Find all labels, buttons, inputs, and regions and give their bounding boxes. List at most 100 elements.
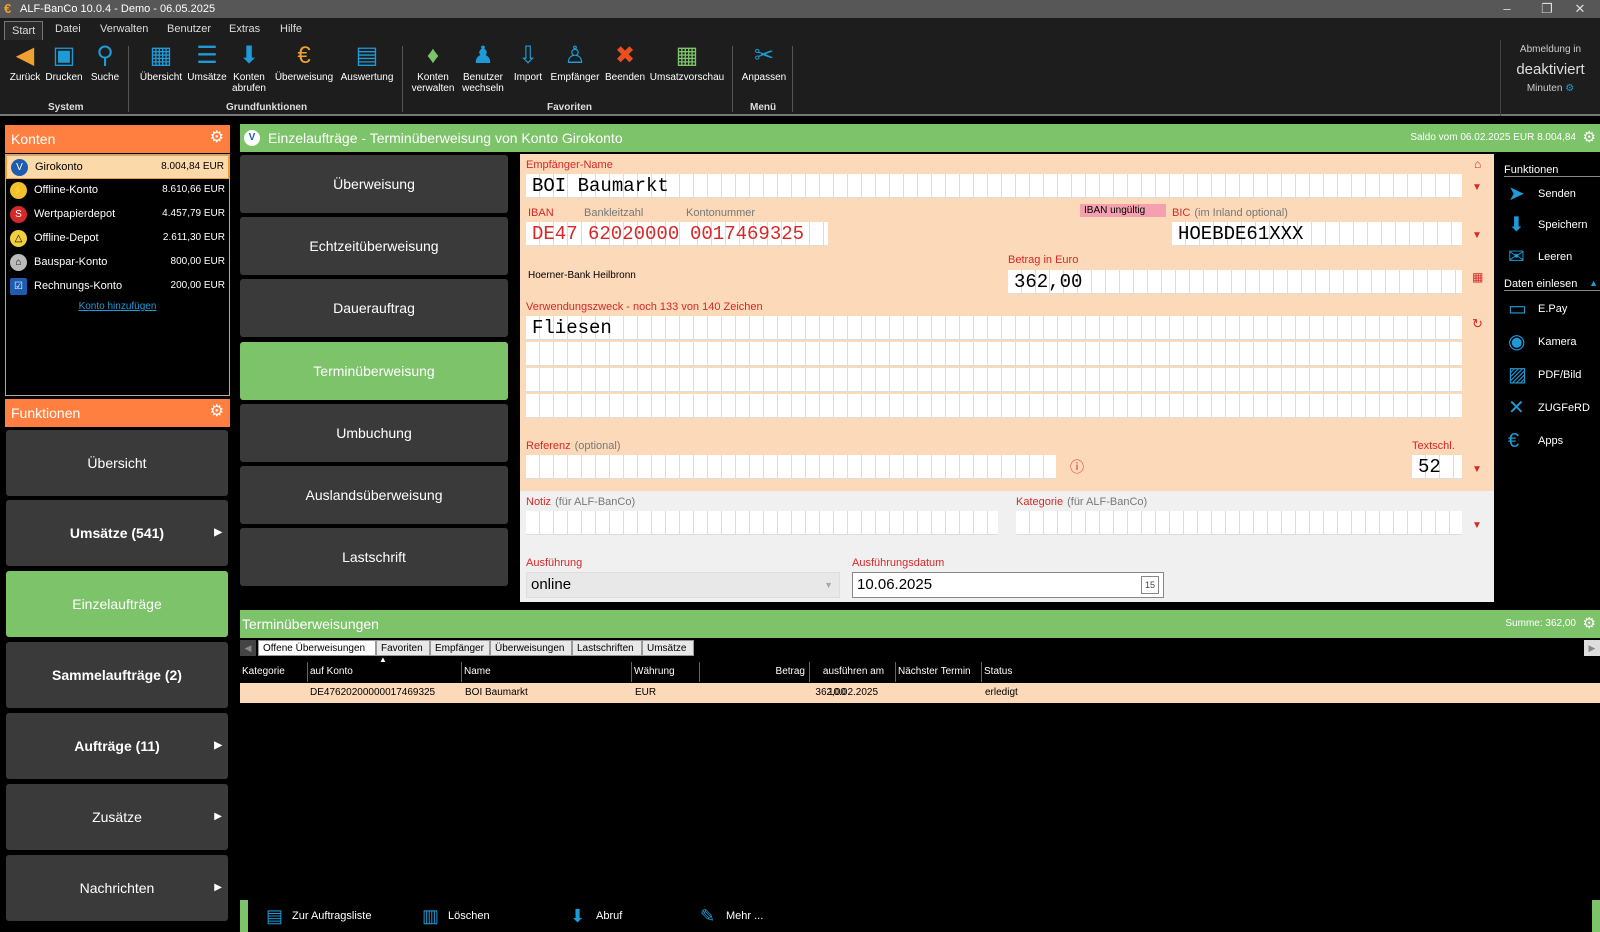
type-dauerauftrag[interactable]: Dauerauftrag [240, 279, 508, 337]
column-header-name[interactable]: Name [462, 662, 632, 682]
search-button[interactable]: ⚲ Suche [88, 42, 122, 83]
account-item-wertpapierdepot[interactable]: S Wertpapierdepot 4.457,79 EUR [6, 203, 229, 227]
menu-verwalten[interactable]: Verwalten [100, 23, 148, 35]
back-button[interactable]: ◀ Zurück [6, 42, 44, 83]
menu-start[interactable]: Start [4, 21, 44, 41]
customize-button[interactable]: ✂ Anpassen [740, 42, 788, 83]
type-umbuchung[interactable]: Umbuchung [240, 404, 508, 462]
note-field[interactable] [526, 511, 998, 535]
menu-hilfe[interactable]: Hilfe [280, 23, 302, 35]
type-echtzeitueberweisung[interactable]: Echtzeitüberweisung [240, 217, 508, 275]
execution-select[interactable]: online ▼ [526, 572, 840, 598]
menu-datei[interactable]: Datei [55, 23, 81, 35]
account-item-offline-depot[interactable]: △ Offline-Depot 2.611,30 EUR [6, 227, 229, 251]
delete-button[interactable]: ▥ Löschen [422, 904, 490, 928]
switch-user-button[interactable]: ♟ Benutzer wechseln [460, 42, 506, 94]
gear-icon[interactable]: ⚙ [1565, 83, 1574, 94]
column-header-execute-on[interactable]: ausführen am [810, 662, 896, 682]
send-button[interactable]: ➤ Senden [1508, 182, 1576, 206]
nav-auftraege[interactable]: Aufträge (11) ▶ [6, 713, 228, 779]
column-header-amount[interactable]: Betrag [700, 662, 810, 682]
purpose-line-2[interactable] [526, 342, 1462, 366]
transactions-button[interactable]: ☰ Umsätze [186, 42, 228, 83]
tab-scroll-left[interactable]: ◀ [240, 640, 256, 656]
epay-button[interactable]: ▭ E.Pay [1508, 297, 1567, 321]
account-item-offline-konto[interactable]: ⚡ Offline-Konto 8.610,66 EUR [6, 179, 229, 203]
chevron-down-icon[interactable]: ▼ [1472, 182, 1482, 193]
menu-benutzer[interactable]: Benutzer [167, 23, 211, 35]
nav-uebersicht[interactable]: Übersicht [6, 430, 228, 496]
tab-direct-debits[interactable]: Lastschriften [572, 640, 642, 656]
import-button[interactable]: ⇩ Import [510, 42, 546, 83]
chevron-down-icon[interactable]: ▼ [1472, 464, 1482, 475]
recipient-field[interactable]: BOI Baumarkt [526, 174, 1462, 198]
evaluation-button[interactable]: ▤ Auswertung [338, 42, 396, 83]
tab-scroll-right[interactable]: ▶ [1584, 640, 1600, 656]
amount-field[interactable]: 362,00 [1008, 270, 1462, 294]
print-button[interactable]: ▣ Drucken [44, 42, 84, 83]
add-account-link[interactable]: Konto hinzufügen [6, 301, 229, 312]
iban-account-field[interactable]: 0017469325 [684, 222, 828, 246]
calendar-icon[interactable]: 15 [1141, 576, 1159, 594]
info-icon[interactable]: ⓘ [1070, 457, 1084, 477]
execution-date-field[interactable]: 10.06.2025 15 [852, 572, 1164, 598]
apps-button[interactable]: € Apps [1508, 429, 1563, 453]
table-row[interactable]: DE47620200000017469325 BOI Baumarkt EUR … [240, 683, 1600, 703]
tab-recipients[interactable]: Empfänger [430, 640, 490, 656]
type-terminueberweisung[interactable]: Terminüberweisung [240, 342, 508, 400]
refresh-icon[interactable]: ↻ [1472, 316, 1483, 332]
iban-country-field[interactable]: DE47 [526, 222, 582, 246]
zugferd-button[interactable]: ✕ ZUGFeRD [1508, 396, 1590, 420]
transfer-button[interactable]: € Überweisung [272, 42, 336, 83]
type-ueberweisung[interactable]: Überweisung [240, 155, 508, 213]
nav-zusaetze[interactable]: Zusätze ▶ [6, 784, 228, 850]
column-header-currency[interactable]: Währung [632, 662, 700, 682]
menu-extras[interactable]: Extras [229, 23, 260, 35]
tab-transfers[interactable]: Überweisungen [490, 640, 572, 656]
nav-umsaetze[interactable]: Umsätze (541) ▶ [6, 500, 228, 566]
clear-button[interactable]: ✉ Leeren [1508, 245, 1572, 269]
minimize-button[interactable]: – [1487, 0, 1527, 18]
pdf-image-button[interactable]: ▨ PDF/Bild [1508, 363, 1581, 387]
purpose-line-3[interactable] [526, 368, 1462, 392]
column-header-account[interactable]: auf Konto [308, 662, 462, 682]
purpose-line-4[interactable] [526, 394, 1462, 418]
order-list-button[interactable]: ▤ Zur Auftragsliste [266, 904, 371, 928]
tab-transactions[interactable]: Umsätze [642, 640, 694, 656]
column-header-next-date[interactable]: Nächster Termin [896, 662, 982, 682]
save-button[interactable]: ⬇ Speichern [1508, 213, 1588, 237]
account-item-bauspar-konto[interactable]: ⌂ Bauspar-Konto 800,00 EUR [6, 251, 229, 275]
column-header-category[interactable]: Kategorie [240, 662, 308, 682]
fetch-accounts-button[interactable]: ⬇ Konten abrufen [230, 42, 268, 94]
close-button[interactable]: ✕ [1560, 0, 1600, 18]
bic-field[interactable]: HOEBDE61XXX [1172, 222, 1462, 246]
nav-nachrichten[interactable]: Nachrichten ▶ [6, 855, 228, 921]
chevron-down-icon[interactable]: ▼ [1472, 230, 1482, 241]
gear-icon[interactable]: ⚙ [1583, 610, 1596, 638]
more-button[interactable]: ✎ Mehr ... [700, 904, 763, 928]
gear-icon[interactable]: ⚙ [1583, 124, 1596, 152]
camera-button[interactable]: ◉ Kamera [1508, 330, 1577, 354]
home-icon[interactable]: ⌂ [1474, 157, 1481, 171]
transaction-preview-button[interactable]: ▦ Umsatzvorschau [648, 42, 726, 83]
reference-field[interactable] [526, 455, 1056, 479]
type-lastschrift[interactable]: Lastschrift [240, 528, 508, 586]
calculator-icon[interactable]: ▦ [1472, 270, 1483, 284]
chevron-down-icon[interactable]: ▼ [1472, 520, 1482, 531]
gear-icon[interactable]: ⚙ [210, 403, 224, 421]
tab-favorites[interactable]: Favoriten [376, 640, 430, 656]
exit-button[interactable]: ✖ Beenden [604, 42, 646, 83]
text-key-field[interactable]: 52 [1412, 455, 1462, 479]
category-field[interactable] [1016, 511, 1462, 535]
nav-sammelauftraege[interactable]: Sammelaufträge (2) [6, 642, 228, 708]
fetch-button[interactable]: ⬇ Abruf [570, 904, 622, 928]
recipient-button[interactable]: ♙ Empfänger [548, 42, 602, 83]
account-item-girokonto[interactable]: V Girokonto 8.004,84 EUR [6, 155, 229, 179]
type-auslandsueberweisung[interactable]: Auslandsüberweisung [240, 466, 508, 524]
nav-einzelauftraege[interactable]: Einzelaufträge [6, 571, 228, 637]
account-item-rechnungs-konto[interactable]: ☑ Rechnungs-Konto 200,00 EUR [6, 275, 229, 299]
column-header-status[interactable]: Status [982, 662, 1082, 682]
tab-open-transfers[interactable]: Offene Überweisungen [258, 640, 376, 656]
manage-accounts-button[interactable]: ♦ Konten verwalten [410, 42, 456, 94]
overview-button[interactable]: ▦ Übersicht [138, 42, 184, 83]
